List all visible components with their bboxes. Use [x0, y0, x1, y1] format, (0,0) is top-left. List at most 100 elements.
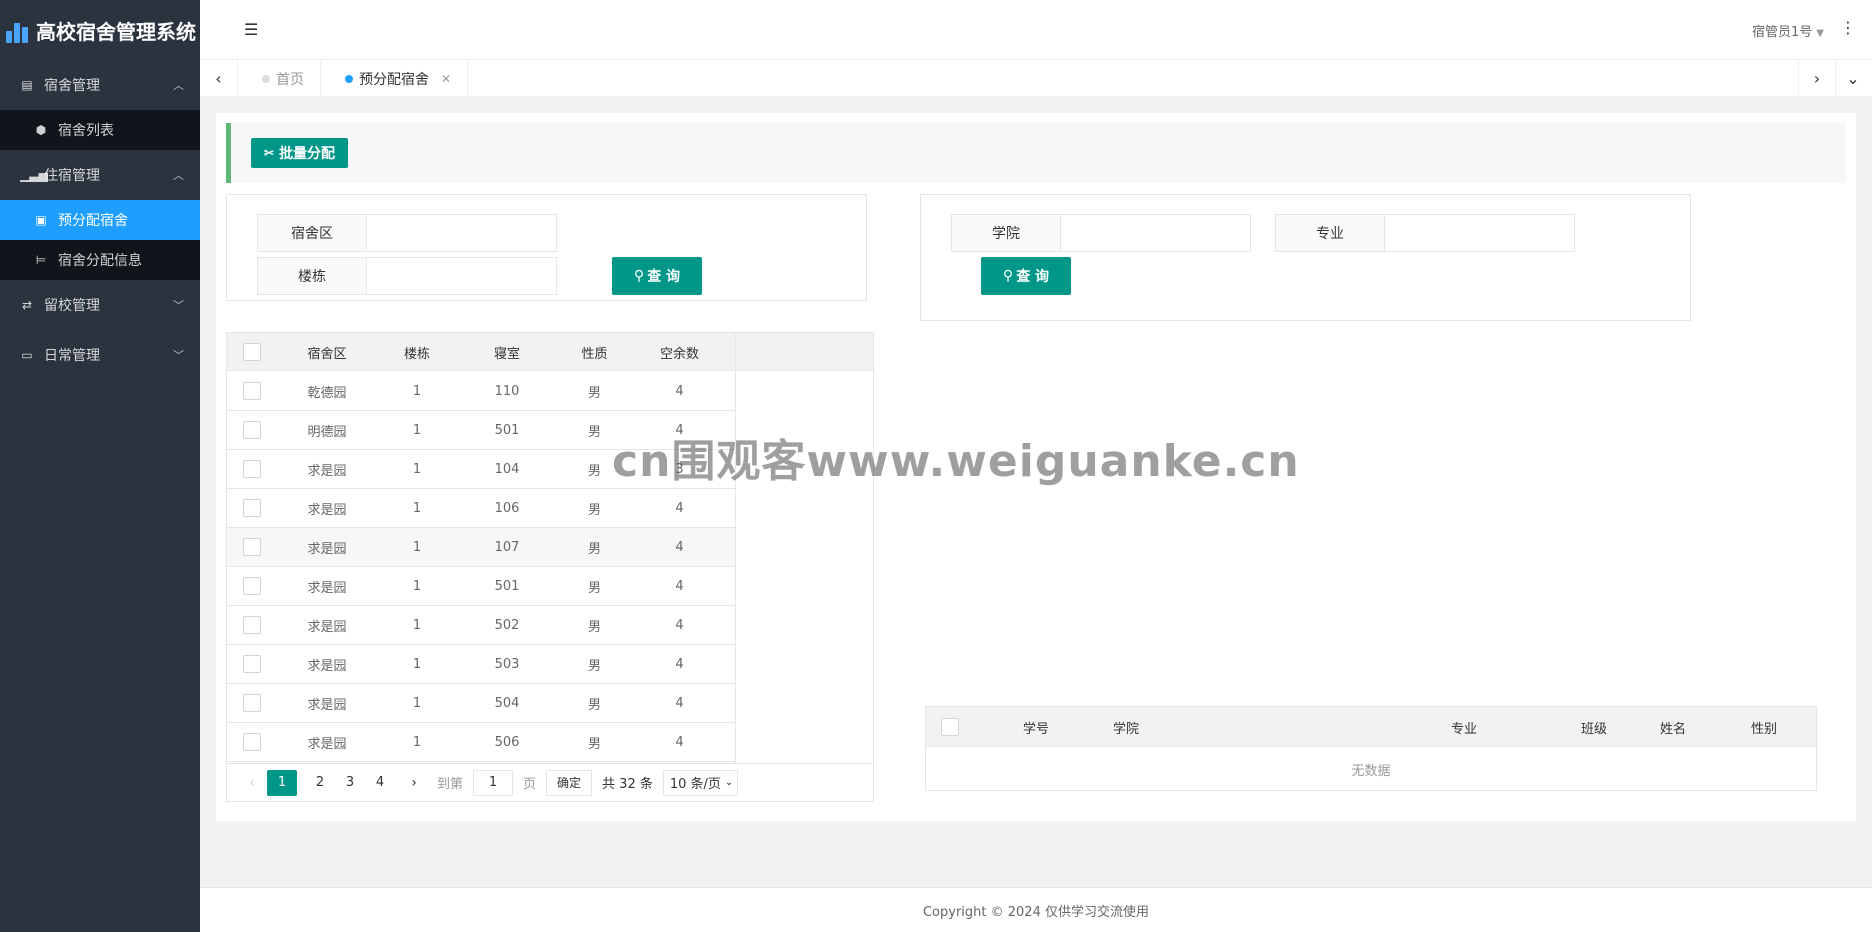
- col-college[interactable]: 学院: [1113, 707, 1139, 747]
- tab-scroll-left-icon[interactable]: ‹: [200, 60, 238, 97]
- cell-gender: 男: [587, 541, 601, 557]
- cell-room: 501: [494, 422, 520, 438]
- col-free-count[interactable]: 空余数: [632, 343, 727, 362]
- nav-item-assign-info[interactable]: ⊨ 宿舍分配信息: [0, 240, 200, 280]
- college-input[interactable]: [1061, 214, 1251, 252]
- cell-free-count: 4: [675, 656, 684, 672]
- dorm-query-button[interactable]: ⚲ 查 询: [612, 257, 702, 295]
- prev-page-icon[interactable]: ‹: [237, 770, 267, 796]
- total-count: 共 32 条: [602, 777, 653, 792]
- cell-room: 106: [494, 500, 520, 516]
- next-page-icon[interactable]: ›: [399, 770, 429, 796]
- tab-scroll-right-icon[interactable]: ›: [1798, 60, 1836, 97]
- user-menu[interactable]: 宿管员1号 ▼: [1752, 21, 1824, 40]
- nav-stay-school-management[interactable]: ⇄ 留校管理 ﹀: [0, 280, 200, 330]
- cell-room: 503: [494, 656, 520, 672]
- row-checkbox[interactable]: [243, 694, 261, 712]
- page-size-value: 10 条/页: [669, 777, 721, 792]
- sync-icon: ⇄: [21, 298, 33, 312]
- building-input[interactable]: [367, 257, 557, 295]
- bed-icon: ⊨: [35, 253, 47, 267]
- tab-options-chevron-down-icon[interactable]: ⌄: [1834, 60, 1872, 97]
- menu-toggle-icon[interactable]: ☰: [244, 20, 258, 39]
- col-class[interactable]: 班级: [1581, 707, 1607, 747]
- nav-item-dorm-list[interactable]: ⬢ 宿舍列表: [0, 110, 200, 150]
- nav-stay-management[interactable]: ▁▃▅ 住宿管理 ︿: [0, 150, 200, 200]
- goto-page-input[interactable]: 1: [473, 769, 514, 796]
- cell-room: 501: [494, 578, 520, 594]
- col-room[interactable]: 寝室: [457, 343, 557, 362]
- student-query-button[interactable]: ⚲ 查 询: [981, 257, 1071, 295]
- table-row[interactable]: 求是园 1 501 男 4: [227, 567, 735, 606]
- cell-building: 1: [412, 422, 422, 438]
- search-icon: ⚲: [1002, 268, 1014, 284]
- col-name[interactable]: 姓名: [1660, 707, 1686, 747]
- table-row[interactable]: 求是园 1 504 男 4: [227, 684, 735, 723]
- row-checkbox[interactable]: [243, 460, 261, 478]
- chevron-down-icon: ⌄: [724, 777, 734, 788]
- row-checkbox[interactable]: [243, 382, 261, 400]
- empty-state: 无数据: [1351, 763, 1391, 779]
- row-checkbox[interactable]: [243, 616, 261, 634]
- table-row[interactable]: 乾德园 1 110 男 4: [227, 372, 735, 411]
- cell-gender: 男: [587, 619, 601, 635]
- tab-home[interactable]: 首页: [238, 60, 321, 97]
- row-select-cell: [227, 460, 277, 478]
- row-checkbox[interactable]: [243, 421, 261, 439]
- page-1-button[interactable]: 1: [267, 769, 297, 796]
- tab-dot: [345, 74, 353, 83]
- batch-assign-button[interactable]: ✂ 批量分配: [251, 138, 349, 168]
- row-checkbox[interactable]: [243, 499, 261, 517]
- col-building[interactable]: 楼栋: [377, 343, 457, 362]
- table-row[interactable]: 求是园 1 502 男 4: [227, 606, 735, 645]
- page-2-button[interactable]: 2: [305, 770, 335, 796]
- search-icon: ⚲: [633, 268, 645, 284]
- nav-item-pre-assign[interactable]: ▣ 预分配宿舍: [0, 200, 200, 240]
- student-search-panel: 学院 专业 ⚲ 查 询: [920, 194, 1691, 321]
- dorm-area-input[interactable]: [367, 214, 557, 252]
- cell-room: 502: [494, 617, 520, 633]
- sidebar: 高校宿舍管理系统 ▤ 宿舍管理 ︿ ⬢ 宿舍列表 ▁▃▅ 住宿管理 ︿ ▣ 预分…: [0, 0, 200, 932]
- tab-pre-assign[interactable]: 预分配宿舍 ✕: [321, 60, 469, 97]
- cell-building: 1: [412, 500, 422, 516]
- nav-item-label: 预分配宿舍: [58, 213, 128, 229]
- cell-free-count: 4: [675, 617, 684, 633]
- more-vertical-icon[interactable]: ⋮: [1840, 18, 1856, 37]
- row-checkbox[interactable]: [243, 577, 261, 595]
- cell-dorm-area: 求是园: [307, 736, 347, 752]
- goto-confirm-button[interactable]: 确定: [546, 769, 593, 796]
- row-checkbox[interactable]: [243, 655, 261, 673]
- col-gender[interactable]: 性别: [1751, 707, 1777, 747]
- copyright-text: Copyright © 2024 仅供学习交流使用: [922, 904, 1149, 920]
- nav-group-daily: ▭ 日常管理 ﹀: [0, 330, 200, 380]
- cell-building: 1: [412, 578, 422, 594]
- row-checkbox[interactable]: [243, 733, 261, 751]
- table-row[interactable]: 明德园 1 501 男 4: [227, 411, 735, 450]
- building-logo-icon: [6, 17, 32, 43]
- table-row[interactable]: 求是园 1 106 男 4: [227, 489, 735, 528]
- table-row[interactable]: 求是园 1 503 男 4: [227, 645, 735, 684]
- cube-icon: ⬢: [35, 123, 47, 137]
- page-size-select[interactable]: 10 条/页 ⌄: [662, 769, 739, 796]
- tab-label: 首页: [276, 71, 304, 88]
- cell-building: 1: [412, 734, 422, 750]
- app-logo[interactable]: 高校宿舍管理系统: [0, 0, 200, 60]
- table-row[interactable]: 求是园 1 104 男 3: [227, 450, 735, 489]
- col-dorm-area[interactable]: 宿舍区: [277, 343, 377, 362]
- select-all-checkbox[interactable]: [941, 718, 959, 736]
- close-icon[interactable]: ✕: [441, 72, 451, 86]
- nav-dorm-management[interactable]: ▤ 宿舍管理 ︿: [0, 60, 200, 110]
- col-major[interactable]: 专业: [1451, 707, 1477, 747]
- cell-free-count: 4: [675, 500, 684, 516]
- select-all-checkbox[interactable]: [243, 343, 261, 361]
- page-4-button[interactable]: 4: [365, 770, 395, 796]
- major-input[interactable]: [1385, 214, 1575, 252]
- query-label: 查 询: [1016, 269, 1050, 285]
- row-checkbox[interactable]: [243, 538, 261, 556]
- table-row[interactable]: 求是园 1 506 男 4: [227, 723, 735, 762]
- col-gender[interactable]: 性质: [557, 343, 632, 362]
- table-row[interactable]: 求是园 1 107 男 4: [227, 528, 735, 567]
- col-student-id[interactable]: 学号: [1023, 707, 1049, 747]
- page-3-button[interactable]: 3: [335, 770, 365, 796]
- nav-daily-management[interactable]: ▭ 日常管理 ﹀: [0, 330, 200, 380]
